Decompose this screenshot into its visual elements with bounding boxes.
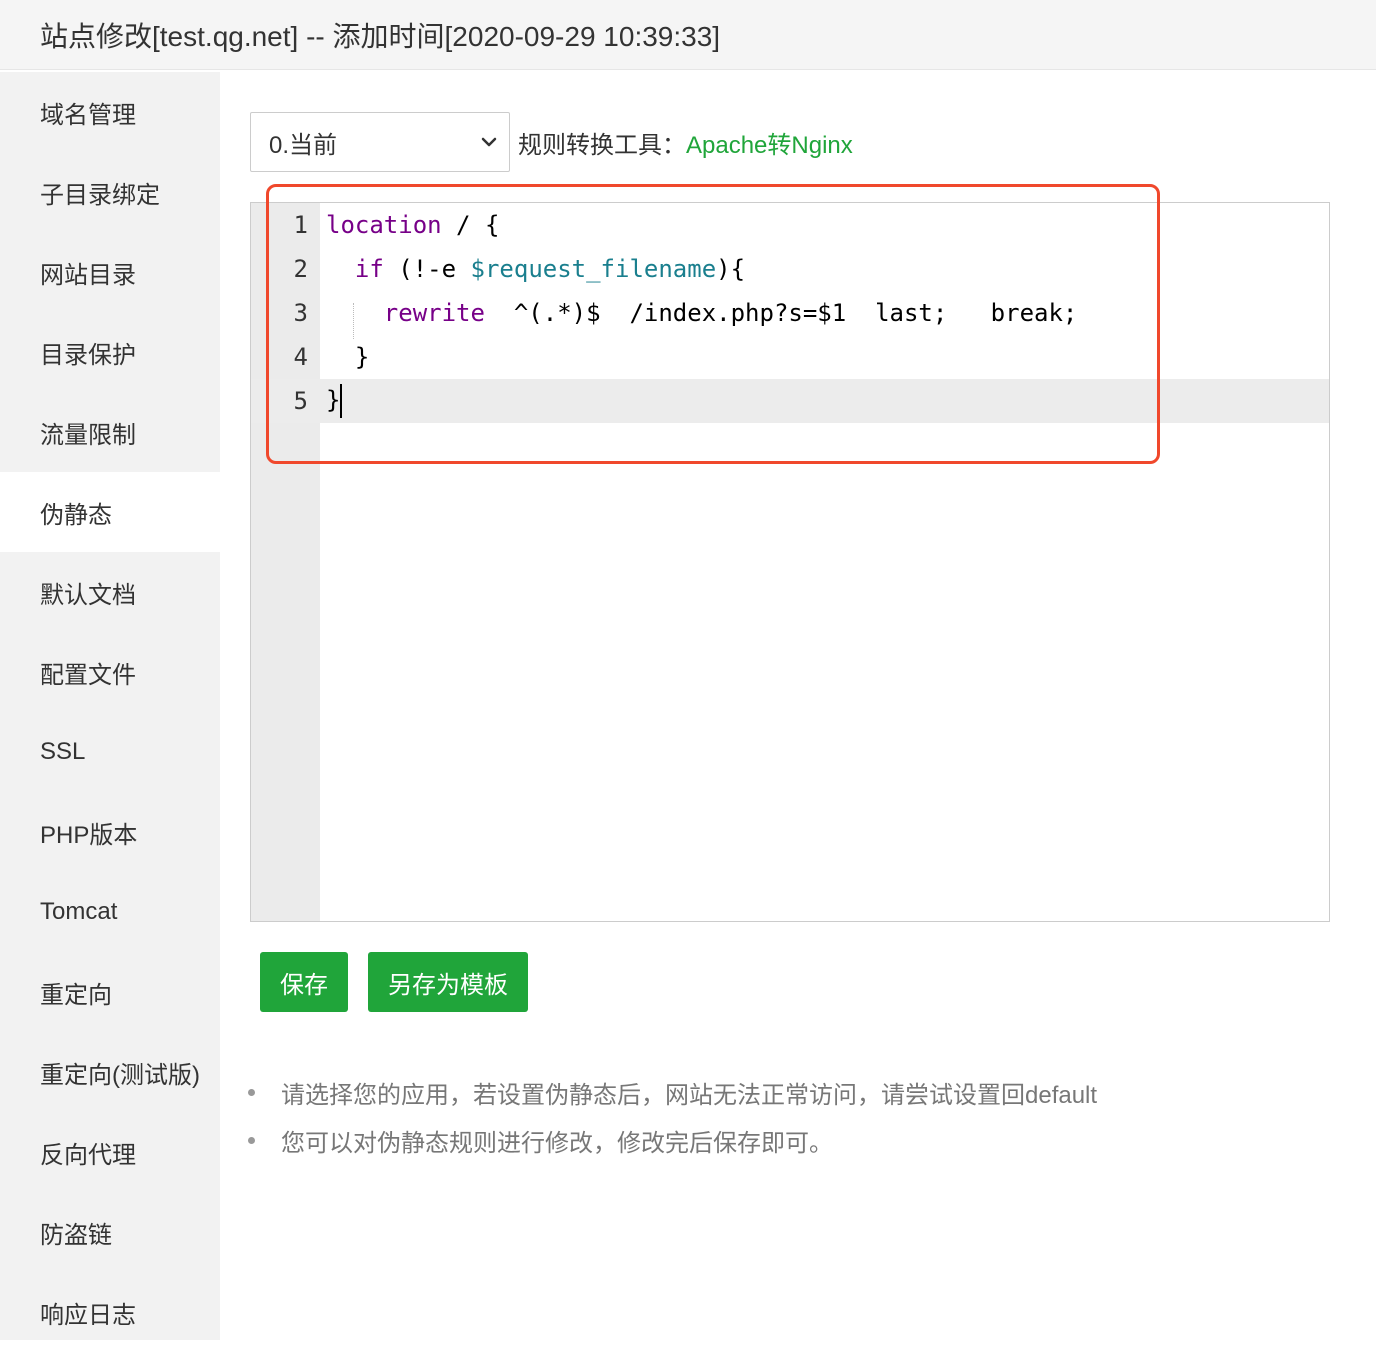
- sidebar-item-reverse-proxy[interactable]: 反向代理: [0, 1112, 220, 1192]
- line-number: 3: [251, 299, 320, 327]
- sidebar-item-redirect-beta[interactable]: 重定向(测试版): [0, 1032, 220, 1112]
- sidebar-item-tomcat[interactable]: Tomcat: [0, 872, 220, 952]
- sidebar-item-ssl[interactable]: SSL: [0, 712, 220, 792]
- sidebar-item-config-file[interactable]: 配置文件: [0, 632, 220, 712]
- window-title: 站点修改[test.qg.net] -- 添加时间[2020-09-29 10:…: [0, 0, 1376, 70]
- sidebar-item-php-version[interactable]: PHP版本: [0, 792, 220, 872]
- list-item: 您可以对伪静态规则进行修改，修改完后保存即可。: [248, 1116, 1097, 1164]
- save-as-template-button[interactable]: 另存为模板: [368, 952, 528, 1012]
- main-panel: 0.当前 规则转换工具： Apache转Nginx 1 location / {…: [220, 72, 1376, 1340]
- chevron-down-icon: [479, 132, 499, 152]
- note-text: 您可以对伪静态规则进行修改，修改完后保存即可。: [281, 1123, 833, 1158]
- sidebar-item-redirect[interactable]: 重定向: [0, 952, 220, 1032]
- code-line: 2 if (!-e $request_filename){: [251, 247, 1329, 291]
- sidebar-item-default-doc[interactable]: 默认文档: [0, 552, 220, 632]
- sidebar-item-site-dir[interactable]: 网站目录: [0, 232, 220, 312]
- code-text: }: [326, 386, 340, 414]
- sidebar-item-response-log[interactable]: 响应日志: [0, 1272, 220, 1352]
- code-line: 1 location / {: [251, 203, 1329, 247]
- template-select[interactable]: 0.当前: [250, 112, 510, 172]
- line-number: 2: [251, 255, 320, 283]
- sidebar-item-subdir-binding[interactable]: 子目录绑定: [0, 152, 220, 232]
- help-notes: 请选择您的应用，若设置伪静态后，网站无法正常访问，请尝试设置回default 您…: [248, 1068, 1097, 1164]
- action-buttons: 保存 另存为模板: [260, 952, 528, 1012]
- line-number: 5: [251, 387, 320, 415]
- text-cursor: [340, 384, 342, 418]
- apache-to-nginx-link[interactable]: Apache转Nginx: [686, 125, 853, 160]
- converter-tool-label: 规则转换工具：: [518, 125, 686, 160]
- code-line: 4 }: [251, 335, 1329, 379]
- code-line-current: 5 }: [251, 379, 1329, 423]
- sidebar: 域名管理 子目录绑定 网站目录 目录保护 流量限制 伪静态 默认文档 配置文件 …: [0, 72, 220, 1340]
- code-line: 3 rewrite ^(.*)$ /index.php?s=$1 last; b…: [251, 291, 1329, 335]
- code-editor[interactable]: 1 location / { 2 if (!-e $request_filena…: [250, 202, 1330, 922]
- list-item: 请选择您的应用，若设置伪静态后，网站无法正常访问，请尝试设置回default: [248, 1068, 1097, 1116]
- sidebar-item-dir-protect[interactable]: 目录保护: [0, 312, 220, 392]
- line-number: 1: [251, 211, 320, 239]
- toolbar: 0.当前 规则转换工具： Apache转Nginx: [250, 112, 853, 172]
- template-select-value: 0.当前: [269, 125, 337, 160]
- code-variable: $request_filename: [471, 255, 717, 283]
- save-button[interactable]: 保存: [260, 952, 348, 1012]
- code-keyword: location: [326, 211, 442, 239]
- note-text: 请选择您的应用，若设置伪静态后，网站无法正常访问，请尝试设置回default: [281, 1075, 1097, 1110]
- code-text: }: [320, 343, 369, 371]
- sidebar-item-traffic-limit[interactable]: 流量限制: [0, 392, 220, 472]
- sidebar-item-domain[interactable]: 域名管理: [0, 72, 220, 152]
- indent-guide: [353, 303, 354, 339]
- code-indent: [326, 299, 384, 327]
- sidebar-item-hotlink-protect[interactable]: 防盗链: [0, 1192, 220, 1272]
- code-text: ^(.*)$ /index.php?s=$1 last; break;: [485, 299, 1077, 327]
- code-keyword: if: [355, 255, 384, 283]
- code-keyword: rewrite: [384, 299, 485, 327]
- code-text: / {: [442, 211, 500, 239]
- code-indent: [326, 255, 355, 283]
- code-text: (!-e: [384, 255, 471, 283]
- sidebar-item-rewrite[interactable]: 伪静态: [0, 472, 220, 552]
- bullet-icon: [248, 1137, 255, 1144]
- code-text: ){: [716, 255, 745, 283]
- line-number: 4: [251, 343, 320, 371]
- bullet-icon: [248, 1089, 255, 1096]
